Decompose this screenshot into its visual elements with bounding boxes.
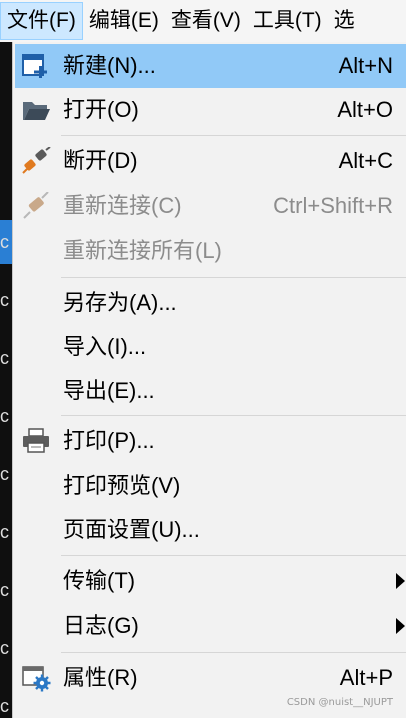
background-text: c bbox=[0, 522, 9, 542]
menu-item-transfer[interactable]: 传输(T) bbox=[15, 559, 406, 603]
menu-item-label: 日志(G) bbox=[63, 613, 139, 638]
watermark: CSDN @nuist__NJUPT bbox=[286, 697, 393, 708]
background-text: c bbox=[0, 696, 9, 716]
background-text: c bbox=[0, 464, 9, 484]
reconnect-plug-icon bbox=[23, 192, 49, 219]
menu-edit[interactable]: 编辑(E) bbox=[83, 2, 165, 40]
menu-item-open[interactable]: 打开(O) Alt+O bbox=[15, 88, 406, 132]
menu-item-disconnect[interactable]: 断开(D) Alt+C bbox=[15, 139, 406, 183]
menu-item-save-as[interactable]: 另存为(A)... bbox=[15, 281, 406, 325]
file-dropdown-menu: 新建(N)... Alt+N 打开(O) Alt+O 断开(D) Alt+C 重… bbox=[12, 42, 406, 718]
submenu-arrow-icon bbox=[396, 618, 405, 634]
menu-item-log[interactable]: 日志(G) bbox=[15, 604, 406, 648]
menu-item-label: 新建(N)... bbox=[63, 53, 156, 78]
menu-item-reconnect: 重新连接(C) Ctrl+Shift+R bbox=[15, 184, 406, 228]
menu-item-label: 打印(P)... bbox=[63, 428, 155, 453]
menu-tools[interactable]: 工具(T) bbox=[247, 2, 328, 40]
menu-item-label: 打印预览(V) bbox=[63, 473, 181, 498]
folder-open-icon bbox=[23, 102, 50, 120]
menu-item-print[interactable]: 打印(P)... bbox=[15, 419, 406, 463]
menu-file[interactable]: 文件(F) bbox=[0, 2, 83, 40]
shortcut-label: Alt+N bbox=[338, 53, 393, 78]
shortcut-label: Alt+P bbox=[339, 665, 393, 690]
menu-select-partial[interactable]: 选 bbox=[328, 2, 361, 40]
menu-separator bbox=[61, 555, 406, 556]
menu-item-import[interactable]: 导入(I)... bbox=[15, 325, 406, 369]
menu-separator bbox=[61, 277, 406, 278]
menu-item-label: 断开(D) bbox=[63, 148, 138, 173]
menu-view[interactable]: 查看(V) bbox=[165, 2, 247, 40]
menu-item-label: 导入(I)... bbox=[63, 334, 147, 359]
background-text: c bbox=[0, 638, 9, 658]
menu-item-label: 重新连接所有(L) bbox=[63, 238, 222, 263]
menu-item-new[interactable]: 新建(N)... Alt+N bbox=[15, 44, 406, 88]
menu-separator bbox=[61, 415, 406, 416]
menu-separator bbox=[61, 652, 406, 653]
properties-gear-icon bbox=[22, 666, 51, 692]
menu-item-reconnect-all: 重新连接所有(L) bbox=[15, 229, 406, 273]
menu-item-label: 导出(E)... bbox=[63, 378, 155, 403]
menu-item-export[interactable]: 导出(E)... bbox=[15, 369, 406, 413]
menubar: 文件(F) 编辑(E) 查看(V) 工具(T) 选 bbox=[0, 0, 406, 43]
menu-item-properties[interactable]: 属性(R) Alt+P bbox=[15, 656, 406, 700]
shortcut-label: Alt+C bbox=[338, 148, 393, 173]
shortcut-label: Ctrl+Shift+R bbox=[273, 193, 393, 218]
menu-item-label: 重新连接(C) bbox=[63, 193, 182, 218]
menu-item-label: 打开(O) bbox=[63, 97, 139, 122]
menu-item-label: 属性(R) bbox=[63, 665, 138, 690]
background-text: c bbox=[0, 232, 9, 252]
submenu-arrow-icon bbox=[396, 573, 405, 589]
background-text: c bbox=[0, 406, 9, 426]
menu-item-label: 页面设置(U)... bbox=[63, 517, 200, 542]
printer-icon bbox=[23, 428, 49, 453]
background-window-strip: c c c c c c c c c bbox=[0, 42, 12, 718]
menu-item-label: 另存为(A)... bbox=[63, 290, 177, 315]
menu-item-page-setup[interactable]: 页面设置(U)... bbox=[15, 508, 406, 552]
disconnect-plug-icon bbox=[22, 147, 51, 174]
background-text: c bbox=[0, 580, 9, 600]
menu-item-label: 传输(T) bbox=[63, 568, 136, 593]
background-text: c bbox=[0, 348, 9, 368]
new-window-icon bbox=[22, 54, 47, 78]
menu-item-print-preview[interactable]: 打印预览(V) bbox=[15, 464, 406, 508]
menu-separator bbox=[61, 135, 406, 136]
background-text: c bbox=[0, 290, 9, 310]
shortcut-label: Alt+O bbox=[337, 97, 393, 122]
